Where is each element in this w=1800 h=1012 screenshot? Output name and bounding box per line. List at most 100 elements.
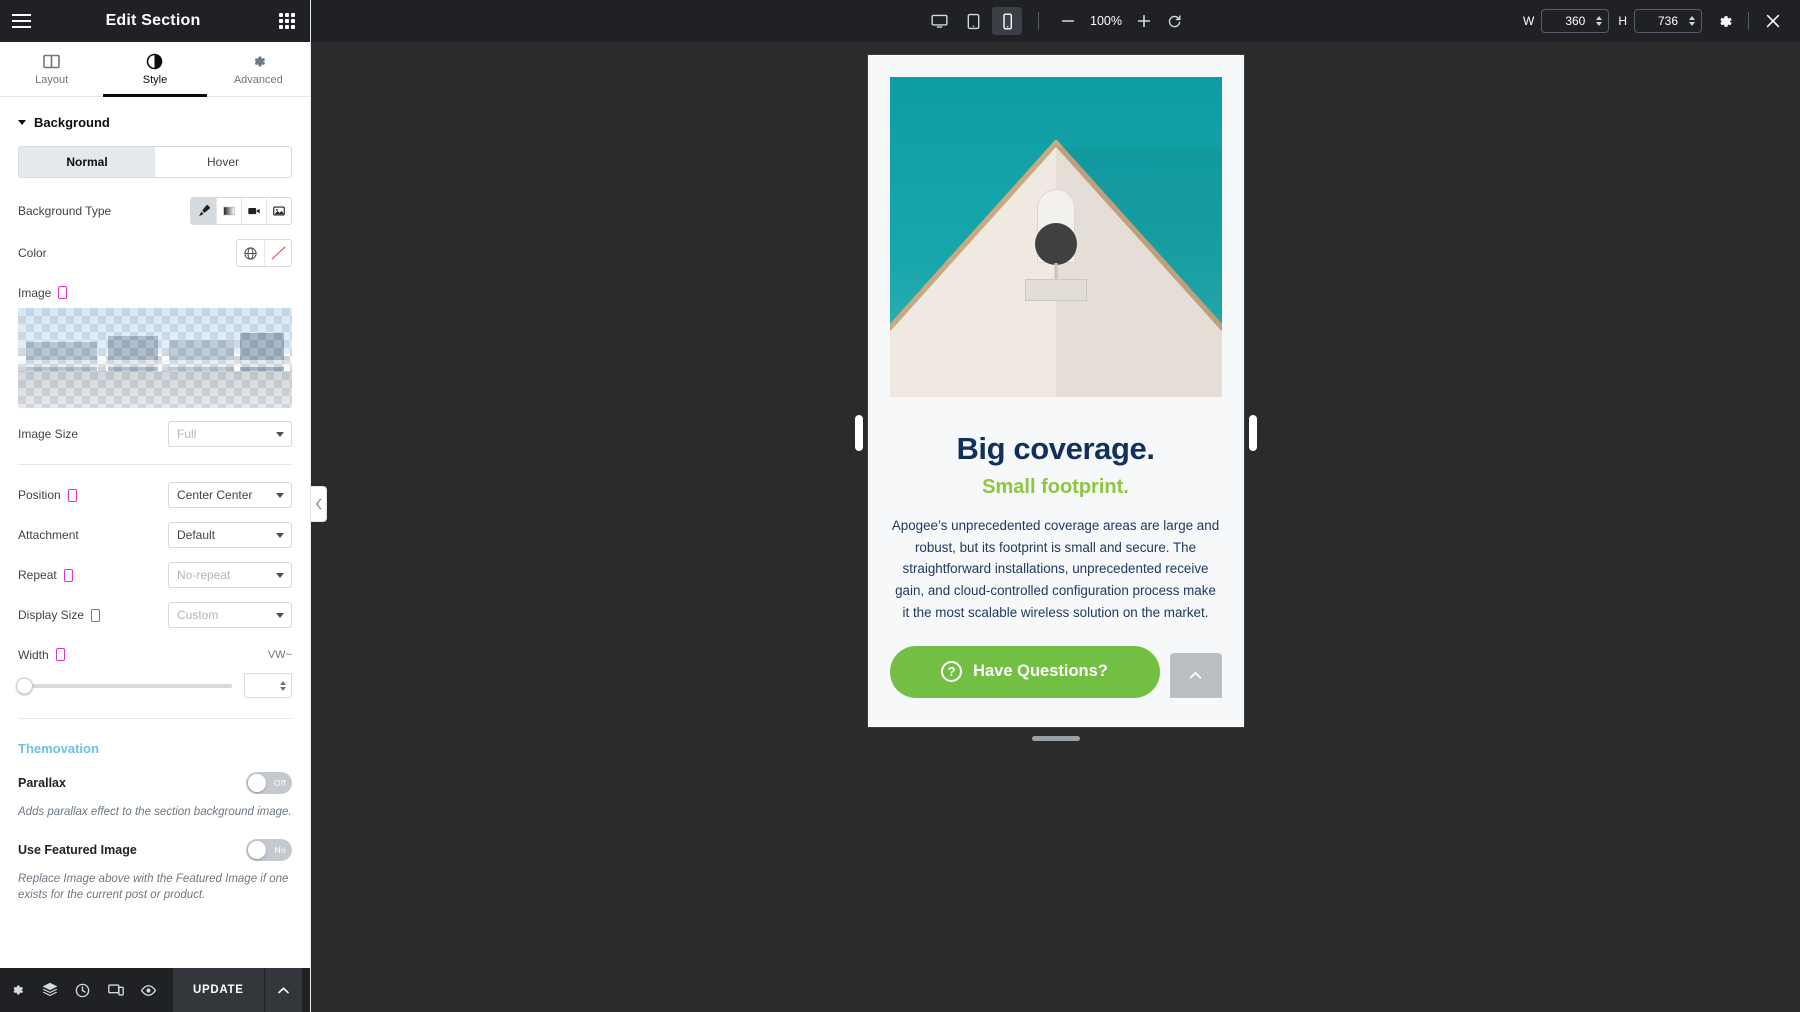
panel-body: Background Normal Hover Background Type bbox=[0, 97, 310, 968]
featured-image-toggle-state: No bbox=[275, 845, 286, 855]
width-stepper-icon[interactable] bbox=[280, 681, 286, 691]
tab-layout[interactable]: Layout bbox=[0, 42, 103, 96]
featured-image-row: Use Featured Image No bbox=[0, 831, 310, 869]
parallax-row: Parallax Off bbox=[0, 764, 310, 802]
width-unit-value: VW bbox=[268, 649, 286, 661]
width-unit-selector[interactable]: VW~ bbox=[268, 649, 292, 661]
width-stepper-icon[interactable] bbox=[1596, 16, 1602, 26]
tab-style[interactable]: Style bbox=[103, 42, 206, 96]
width-slider-handle[interactable] bbox=[16, 677, 33, 694]
slideshow-icon[interactable] bbox=[266, 198, 291, 224]
tab-advanced-label: Advanced bbox=[234, 74, 283, 86]
mobile-preview-frame: Big coverage. Small footprint. Apogee’s … bbox=[868, 55, 1244, 727]
display-size-select[interactable]: Custom bbox=[168, 602, 292, 628]
video-icon[interactable] bbox=[241, 198, 266, 224]
gradient-icon[interactable] bbox=[216, 198, 241, 224]
navigator-layers-icon[interactable] bbox=[33, 968, 66, 1012]
wall-shadow bbox=[1056, 147, 1222, 397]
preview-eye-icon[interactable] bbox=[132, 968, 165, 1012]
state-tab-normal[interactable]: Normal bbox=[19, 147, 155, 177]
tab-layout-label: Layout bbox=[35, 74, 68, 86]
position-select[interactable]: Center Center bbox=[168, 482, 292, 508]
responsive-mode-icon[interactable] bbox=[99, 968, 132, 1012]
responsive-device-icon[interactable] bbox=[56, 648, 65, 661]
update-button[interactable]: UPDATE bbox=[173, 968, 264, 1012]
zoom-level: 100% bbox=[1085, 14, 1127, 28]
thumbnail-photo bbox=[18, 308, 292, 408]
back-to-top-button[interactable] bbox=[1170, 653, 1222, 698]
width-label: Width bbox=[18, 648, 143, 662]
width-label-text: Width bbox=[18, 648, 49, 662]
history-clock-icon[interactable] bbox=[66, 968, 99, 1012]
settings-gear-icon[interactable] bbox=[0, 968, 33, 1012]
tab-advanced[interactable]: Advanced bbox=[207, 42, 310, 96]
cta-label: Have Questions? bbox=[973, 662, 1108, 681]
resize-handle-right[interactable] bbox=[1249, 415, 1257, 451]
width-input[interactable]: 360 bbox=[1541, 9, 1609, 33]
repeat-row: Repeat No-repeat bbox=[0, 555, 310, 595]
hero-subheading: Small footprint. bbox=[890, 476, 1222, 499]
panel-collapse-handle[interactable] bbox=[311, 486, 327, 522]
image-size-row: Image Size Full bbox=[0, 414, 310, 454]
have-questions-button[interactable]: ? Have Questions? bbox=[890, 646, 1160, 698]
hamburger-icon[interactable] bbox=[0, 14, 42, 28]
repeat-select[interactable]: No-repeat bbox=[168, 562, 292, 588]
chevron-down-icon bbox=[276, 613, 284, 618]
clear-color-icon[interactable] bbox=[264, 240, 291, 266]
featured-image-toggle[interactable]: No bbox=[246, 839, 292, 861]
background-section-header[interactable]: Background bbox=[0, 97, 310, 142]
panel-tabs: Layout Style Advanced bbox=[0, 42, 310, 97]
state-tab-hover[interactable]: Hover bbox=[155, 147, 291, 177]
device-desktop-button[interactable] bbox=[924, 7, 954, 35]
display-size-value: Custom bbox=[177, 608, 218, 622]
height-stepper-icon[interactable] bbox=[1689, 16, 1695, 26]
antenna-mount bbox=[1025, 279, 1087, 301]
background-section-title: Background bbox=[34, 115, 110, 130]
gear-icon bbox=[250, 53, 267, 70]
responsive-device-icon[interactable] bbox=[58, 286, 67, 299]
device-mobile-button[interactable] bbox=[992, 7, 1022, 35]
responsive-device-icon[interactable] bbox=[68, 489, 77, 502]
width-slider-row bbox=[0, 667, 310, 708]
question-circle-icon: ? bbox=[941, 661, 962, 682]
zoom-out-button[interactable] bbox=[1055, 8, 1081, 34]
featured-image-helper-text: Replace Image above with the Featured Im… bbox=[0, 869, 310, 914]
cta-area: ? Have Questions? bbox=[890, 646, 1222, 698]
background-image-thumbnail[interactable] bbox=[18, 308, 292, 408]
antenna-disc bbox=[1035, 223, 1077, 265]
parallax-toggle[interactable]: Off bbox=[246, 772, 292, 794]
position-label: Position bbox=[18, 488, 143, 502]
responsive-device-icon[interactable] bbox=[91, 609, 100, 622]
caret-down-icon bbox=[18, 120, 26, 125]
toggle-knob bbox=[248, 774, 266, 792]
preview-topbar: 100% W 360 H bbox=[311, 0, 1800, 42]
home-indicator bbox=[1032, 736, 1080, 741]
editor-panel: Edit Section Layout Style bbox=[0, 0, 311, 1012]
background-type-label: Background Type bbox=[18, 204, 143, 218]
zoom-in-button[interactable] bbox=[1131, 8, 1157, 34]
width-value: 360 bbox=[1565, 14, 1585, 28]
toggle-knob bbox=[248, 841, 266, 859]
classic-brush-icon[interactable] bbox=[191, 198, 216, 224]
resize-handle-left[interactable] bbox=[855, 415, 863, 451]
chevron-up-icon[interactable] bbox=[264, 968, 302, 1012]
position-value: Center Center bbox=[177, 488, 252, 502]
attachment-select[interactable]: Default bbox=[168, 522, 292, 548]
height-value: 736 bbox=[1658, 14, 1678, 28]
display-size-label: Display Size bbox=[18, 608, 143, 622]
apps-grid-icon[interactable] bbox=[264, 13, 310, 29]
device-tablet-button[interactable] bbox=[958, 7, 988, 35]
state-tabs: Normal Hover bbox=[18, 146, 292, 178]
globe-icon[interactable] bbox=[237, 240, 264, 266]
hero-paragraph: Apogee’s unprecedented coverage areas ar… bbox=[890, 515, 1222, 624]
attachment-row: Attachment Default bbox=[0, 515, 310, 555]
responsive-device-icon[interactable] bbox=[64, 569, 73, 582]
width-number-input[interactable] bbox=[244, 673, 292, 698]
height-input[interactable]: 736 bbox=[1634, 9, 1702, 33]
width-slider[interactable] bbox=[18, 684, 232, 688]
image-size-select[interactable]: Full bbox=[168, 421, 292, 447]
hero-image[interactable] bbox=[890, 77, 1222, 397]
color-controls bbox=[236, 239, 292, 267]
themovation-group-title: Themovation bbox=[0, 729, 310, 764]
reset-rotate-icon[interactable] bbox=[1161, 8, 1187, 34]
